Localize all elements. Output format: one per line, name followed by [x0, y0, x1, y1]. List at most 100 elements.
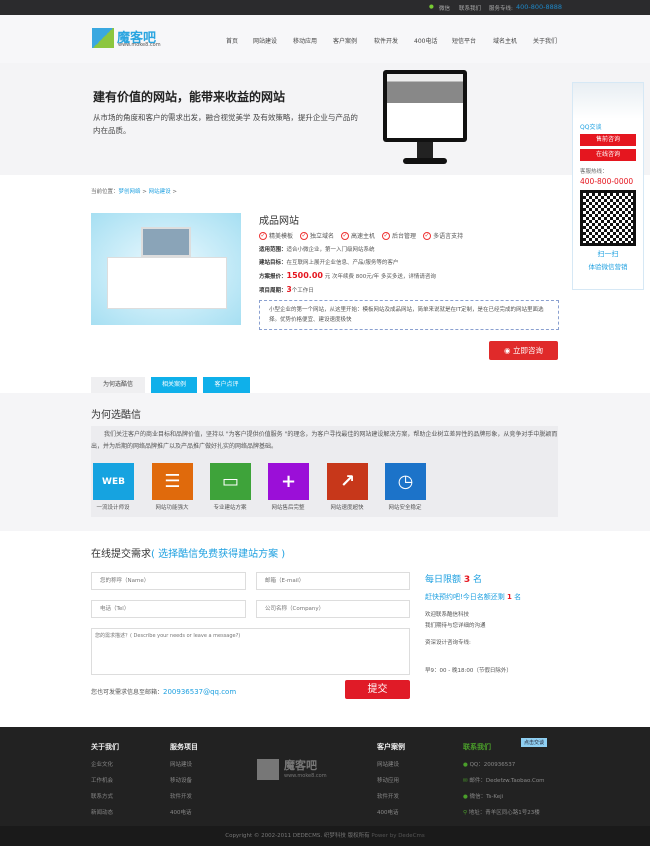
contact-mail: ✉ 邮件：Dedefzw.Taobao.Com: [463, 778, 545, 784]
tab-reviews[interactable]: 客户点评: [203, 377, 250, 393]
nav-software[interactable]: 软件开发: [374, 36, 398, 45]
hero-title: 建有价值的网站，能带来收益的网站: [93, 90, 286, 104]
wechat-link[interactable]: 微信: [439, 4, 450, 12]
quota-panel: 每日限额 3 名 赶快预约吧!今日名额还剩 1 名 欢迎联系酷信科技 我们期待与…: [425, 572, 565, 674]
nav-domain[interactable]: 域名主机: [493, 36, 517, 45]
footer-logo-url: www.moke8.com: [284, 773, 327, 779]
online-consult-button[interactable]: 在线咨询: [580, 149, 636, 161]
check-icon: ✓: [259, 231, 267, 240]
footer-link[interactable]: 网站建设: [377, 760, 405, 768]
footer-link[interactable]: 400电话: [377, 808, 405, 816]
float-hotline: 400-800-0000: [580, 177, 634, 186]
tab-cases[interactable]: 相关案例: [151, 377, 197, 393]
footer-heading: 关于我们: [91, 743, 119, 751]
message-textarea[interactable]: [91, 628, 410, 675]
feature-tile-label: 网站安全稳定: [388, 505, 422, 511]
wechat-icon: ●: [429, 4, 434, 10]
period-row: 项目周期：3个工作日: [259, 285, 314, 294]
list-icon: ☰: [152, 463, 193, 500]
nav-home[interactable]: 首页: [226, 36, 238, 45]
email-note: 您也可发需求信息至邮箱：200936537@qq.com: [91, 687, 236, 696]
why-title: 为何选酷信: [91, 410, 141, 421]
logo-icon[interactable]: [92, 28, 114, 48]
breadcrumb-link[interactable]: 网站建设: [149, 189, 171, 195]
nav-400[interactable]: 400电话: [414, 36, 437, 45]
submit-button[interactable]: 提交: [345, 680, 410, 699]
copyright-bar: Copyright © 2002-2011 DEDECMS. 织梦科技 版权所有…: [0, 826, 650, 846]
feature-tile-label: 一流设计师设: [96, 505, 130, 511]
feature-item: ✓ 独立域名: [300, 231, 335, 240]
nav-website[interactable]: 网站建设: [253, 36, 277, 45]
footer-link[interactable]: 软件开发: [377, 792, 405, 800]
cards-icon: ▭: [210, 463, 251, 500]
footer-link[interactable]: 新闻动态: [91, 808, 119, 816]
monitor-image: [383, 70, 467, 142]
footer-logo-icon: [257, 759, 279, 780]
breadcrumb-link[interactable]: 梦创网络: [119, 189, 141, 195]
footer: 关于我们 企业文化 工作机会 联系方式 新闻动态 服务项目 网站建设 移动设备 软件开发 400…: [0, 727, 650, 826]
email-note-text: 您也可发需求信息至邮箱：: [91, 689, 164, 696]
feature-item: ✓ 后台管理: [382, 231, 417, 240]
chat-button[interactable]: 点击交谈: [521, 738, 548, 747]
daily-quota: 每日限额 3 名: [425, 575, 483, 585]
presale-button[interactable]: 售前咨询: [580, 134, 636, 146]
tel-input[interactable]: [91, 600, 246, 618]
footer-link[interactable]: 工作机会: [91, 776, 119, 784]
footer-heading: 客户案例: [377, 743, 405, 751]
feature-tile: ☰ 网站功能强大: [152, 463, 202, 511]
breadcrumb-label: 当前位置：: [91, 189, 119, 195]
clock-icon: ◷: [385, 463, 426, 500]
footer-link[interactable]: 联系方式: [91, 792, 119, 800]
scan-label: 扫一扫: [597, 250, 619, 258]
footer-link[interactable]: 网站建设: [170, 760, 198, 768]
power-by: Power by DedeCms: [371, 833, 425, 839]
feature-item: ✓ 精美模板: [259, 231, 294, 240]
feature-tile-label: 网站售后完整: [271, 505, 305, 511]
email-link[interactable]: 200936537@qq.com: [163, 688, 236, 696]
price-row: 方案报价：1500.00 元 次年续费 800元/年 多买多送，详情请咨询: [259, 271, 436, 280]
copyright-text: Copyright © 2002-2011 DEDECMS. 织梦科技 版权所有: [225, 833, 370, 839]
nav-sms[interactable]: 短信平台: [452, 36, 476, 45]
email-input[interactable]: [256, 572, 410, 590]
check-icon: ✓: [300, 231, 309, 240]
feature-tile-label: 专业建站方案: [213, 505, 247, 511]
feature-item: ✓ 多语言支持: [423, 231, 464, 240]
consult-button[interactable]: ◉ 立即咨询: [489, 341, 558, 360]
contact-link[interactable]: 联系我们: [459, 4, 481, 12]
breadcrumb-sep: >: [142, 189, 147, 195]
footer-link[interactable]: 移动应用: [377, 776, 405, 784]
product-info: 成品网站 ✓ 精美模板 ✓ 独立域名 ✓ 高速主机 ✓ 后台管理 ✓ 多语言支持 适用范围：适合小…: [259, 212, 559, 330]
feature-tile-label: 网站速度超快: [330, 505, 364, 511]
remaining-quota: 赶快预约吧!今日名额还剩 1 名: [425, 593, 522, 601]
company-input[interactable]: [256, 600, 410, 618]
form-title: 在线提交需求( 选择酷信免费获得建站方案 ): [91, 545, 285, 560]
float-service-panel: QQ交谈 售前咨询 在线咨询 客服热线： 400-800-0000 扫一扫 体验…: [572, 82, 644, 290]
nav-cases[interactable]: 客户案例: [333, 36, 357, 45]
chart-icon: ↗: [327, 463, 368, 500]
why-text: 我们关注客户的商业目标和品牌价值，坚持以 "为客户提供价值服务 "的理念，为客户…: [91, 431, 558, 450]
scope-row: 适用范围：适合小微企业，第一入门级网站系统: [259, 247, 375, 253]
feature-tile: ◷ 网站安全稳定: [385, 463, 435, 511]
footer-link[interactable]: 软件开发: [170, 792, 198, 800]
breadcrumb: 当前位置：梦创网络 > 网站建设 >: [91, 187, 177, 195]
check-icon: ✓: [423, 231, 432, 240]
plus-icon: +: [268, 463, 309, 500]
feature-tile: WEB 一流设计师设: [93, 463, 143, 511]
form-title-text: 在线提交需求: [91, 549, 151, 560]
hero-banner: 建有价值的网站，能带来收益的网站 从市场的角度和客户的需求出发，融合视觉美学 及…: [0, 63, 650, 175]
welcome-text-2: 我们期待与您详细的沟通: [425, 623, 486, 629]
logo-url: www.moke8.com: [118, 42, 161, 48]
footer-link[interactable]: 移动设备: [170, 776, 198, 784]
nav-about[interactable]: 关于我们: [533, 36, 557, 45]
feature-list: ✓ 精美模板 ✓ 独立域名 ✓ 高速主机 ✓ 后台管理 ✓ 多语言支持: [259, 231, 559, 240]
footer-link[interactable]: 企业文化: [91, 760, 119, 768]
contact-wechat: ● 微信：Ts-Keji: [463, 794, 504, 800]
tab-why[interactable]: 为何选酷信: [91, 377, 145, 393]
nav-mobile[interactable]: 移动应用: [293, 36, 317, 45]
name-input[interactable]: [91, 572, 246, 590]
hotline-label: 客服热线：: [580, 169, 608, 175]
footer-link[interactable]: 400电话: [170, 808, 198, 816]
form-subtitle: ( 选择酷信免费获得建站方案 ): [151, 549, 286, 560]
product-desc: 小型企业的第一个网站，从这里开始：模板网站及成品网站，简单来说就是在IT定制，是…: [259, 300, 559, 330]
footer-service: 服务项目 网站建设 移动设备 软件开发 400电话: [170, 742, 198, 816]
